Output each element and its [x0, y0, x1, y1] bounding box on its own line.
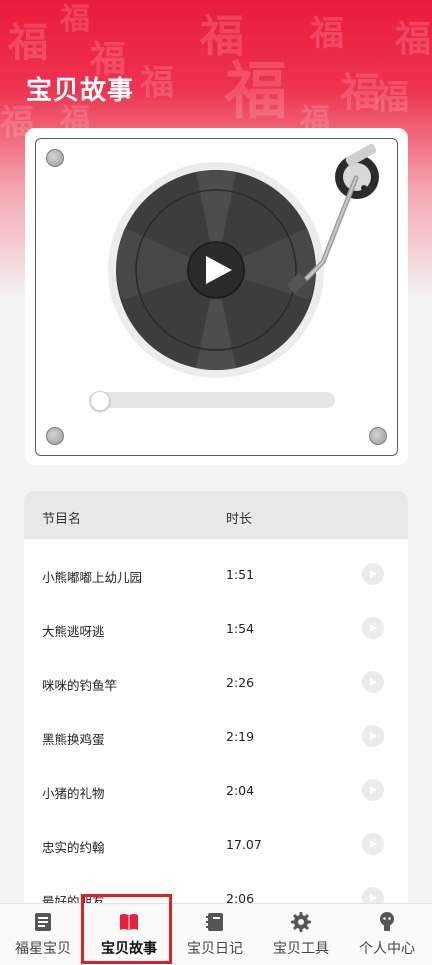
story-duration: 17.07: [226, 837, 262, 852]
story-duration: 2:26: [226, 675, 255, 690]
story-title: 黑熊换鸡蛋: [42, 732, 105, 747]
play-icon[interactable]: [362, 779, 384, 801]
story-duration: 1:51: [226, 567, 255, 582]
tab-label: 福星宝贝: [15, 941, 71, 957]
story-duration: 2:04: [226, 783, 255, 798]
story-duration: 1:54: [226, 621, 255, 636]
play-icon[interactable]: [362, 725, 384, 747]
list-item[interactable]: 咪咪的钓鱼竿 2:26: [24, 647, 408, 701]
list-icon: [35, 913, 51, 931]
list-header: 节目名 时长: [24, 491, 408, 539]
story-title: 咪咪的钓鱼竿: [42, 678, 118, 693]
story-title: 大熊逃呀逃: [42, 624, 105, 639]
story-title: 小熊嘟嘟上幼儿园: [42, 570, 143, 585]
tab-geren-zhongxin[interactable]: 个人中心: [344, 904, 430, 965]
turntable: [108, 143, 379, 378]
person-icon: [380, 912, 394, 931]
list-item[interactable]: 忠实的约翰 17.07: [24, 809, 408, 863]
active-tab-highlight: [81, 894, 172, 964]
progress-handle[interactable]: [90, 391, 110, 411]
play-icon[interactable]: [362, 617, 384, 639]
play-icon[interactable]: [362, 833, 384, 855]
story-duration: 2:19: [226, 729, 255, 744]
tab-fuxing-baobei[interactable]: 福星宝贝: [0, 904, 86, 965]
play-button[interactable]: [187, 241, 245, 299]
tab-label: 个人中心: [359, 941, 415, 957]
tab-label: 宝贝日记: [187, 941, 243, 957]
progress-slider[interactable]: [89, 392, 335, 408]
list-item[interactable]: 小熊嘟嘟上幼儿园 1:51: [24, 539, 408, 593]
list-item[interactable]: 小猪的礼物 2:04: [24, 755, 408, 809]
column-header-name: 节目名: [42, 512, 82, 527]
list-item[interactable]: 大熊逃呀逃 1:54: [24, 593, 408, 647]
tab-label: 宝贝工具: [273, 941, 329, 957]
notebook-icon: [206, 913, 223, 931]
tab-baobei-riji[interactable]: 宝贝日记: [172, 904, 258, 965]
tab-baobei-gongju[interactable]: 宝贝工具: [258, 904, 344, 965]
column-header-duration: 时长: [226, 512, 253, 527]
story-title: 小猪的礼物: [42, 786, 105, 801]
play-icon[interactable]: [362, 563, 384, 585]
bottom-tab-bar: 福星宝贝 宝贝故事 宝贝日记 宝贝工具 个人中心: [0, 903, 432, 965]
play-icon[interactable]: [362, 671, 384, 693]
story-list: 节目名 时长 小熊嘟嘟上幼儿园 1:51 大熊逃呀逃 1:54 咪咪的钓鱼竿 2…: [24, 491, 408, 931]
list-item[interactable]: 黑熊换鸡蛋 2:19: [24, 701, 408, 755]
gear-icon: [291, 912, 311, 932]
story-title: 忠实的约翰: [42, 840, 105, 855]
